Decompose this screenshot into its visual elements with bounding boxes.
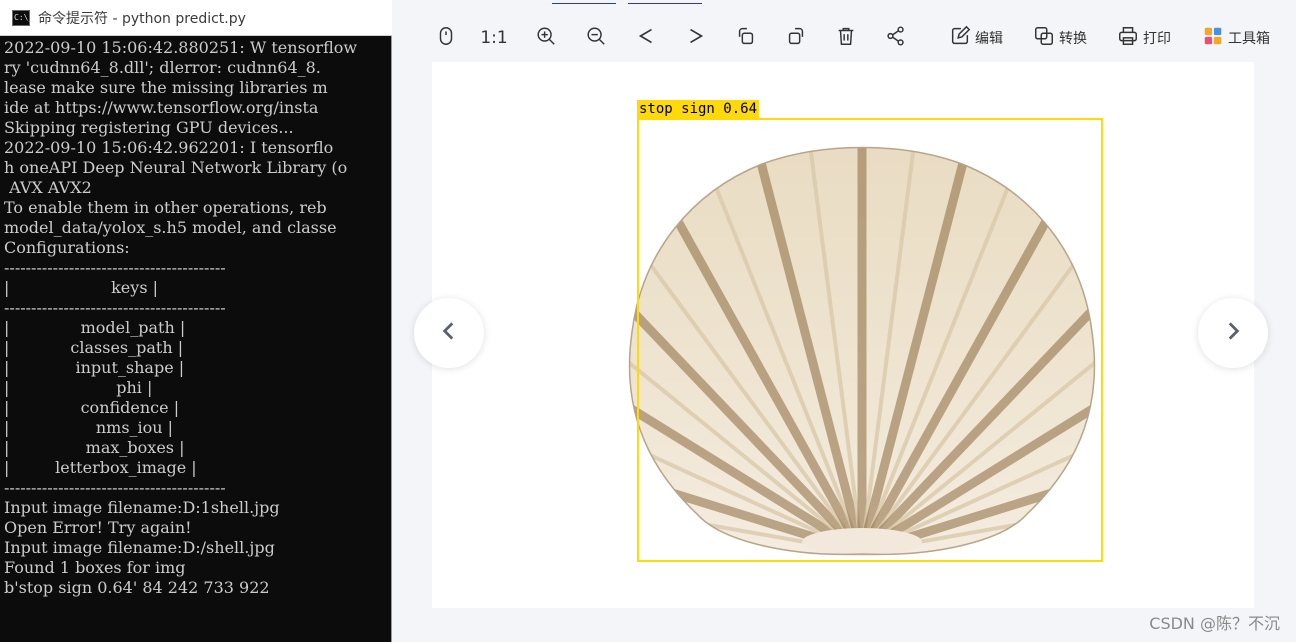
printer-icon bbox=[1117, 25, 1139, 51]
terminal-output[interactable]: 2022-09-10 15:06:42.880251: W tensorflow… bbox=[4, 38, 392, 642]
chevron-right-icon bbox=[685, 25, 707, 51]
chevron-right-icon bbox=[1220, 318, 1246, 348]
print-label: 打印 bbox=[1143, 31, 1171, 47]
terminal-line: AVX AVX2 bbox=[4, 178, 92, 197]
terminal-line: | input_shape | bbox=[4, 358, 185, 377]
terminal-line: Input image filename:D:1shell.jpg bbox=[4, 498, 280, 517]
detection-label: stop sign 0.64 bbox=[637, 100, 760, 118]
edit-icon bbox=[949, 25, 971, 51]
rotate-left-icon bbox=[735, 25, 757, 51]
viewer-toolbar: 1:1 编辑 转换 打印 工具箱 bbox=[392, 18, 1296, 58]
share-button[interactable] bbox=[882, 18, 910, 58]
chevron-left-icon bbox=[635, 25, 657, 51]
image-viewer: 1:1 编辑 转换 打印 工具箱 stop sign 0.64 CSDN @陈？… bbox=[392, 0, 1296, 642]
image-canvas: stop sign 0.64 bbox=[432, 62, 1254, 608]
detection-box bbox=[637, 118, 1103, 562]
terminal-line: lease make sure the missing libraries m bbox=[4, 78, 328, 97]
mouse-mode-button[interactable] bbox=[432, 18, 460, 58]
next-image-button[interactable] bbox=[682, 18, 710, 58]
terminal-line: Configurations: bbox=[4, 238, 130, 257]
terminal-line: Input image filename:D:/shell.jpg bbox=[4, 538, 275, 557]
terminal-line: 2022-09-10 15:06:42.962201: I tensorflo bbox=[4, 138, 334, 157]
actual-size-button[interactable]: 1:1 bbox=[480, 18, 508, 58]
zoom-in-icon bbox=[535, 25, 557, 51]
edit-label: 编辑 bbox=[975, 31, 1003, 47]
terminal-line: | keys | bbox=[4, 278, 158, 297]
terminal-line: ----------------------------------------… bbox=[4, 298, 226, 317]
terminal-line: | nms_iou | bbox=[4, 418, 174, 437]
print-button[interactable]: 打印 bbox=[1112, 18, 1176, 58]
terminal-line: ----------------------------------------… bbox=[4, 258, 226, 277]
terminal-line: h oneAPI Deep Neural Network Library (o bbox=[4, 158, 348, 177]
terminal-line: | confidence | bbox=[4, 398, 180, 417]
mouse-icon bbox=[435, 25, 457, 51]
edit-button[interactable]: 编辑 bbox=[944, 18, 1008, 58]
trash-icon bbox=[835, 25, 857, 51]
toolbox-label: 工具箱 bbox=[1228, 31, 1270, 47]
share-icon bbox=[885, 25, 907, 51]
delete-button[interactable] bbox=[832, 18, 860, 58]
terminal-line: b'stop sign 0.64' 84 242 733 922 bbox=[4, 578, 270, 597]
terminal-line: Open Error! Try again! bbox=[4, 518, 192, 537]
next-arrow-button[interactable] bbox=[1198, 298, 1268, 368]
terminal-line: ----------------------------------------… bbox=[4, 478, 226, 497]
terminal-line: To enable them in other operations, reb bbox=[4, 198, 327, 217]
terminal-line: | model_path | bbox=[4, 318, 186, 337]
terminal-line: 2022-09-10 15:06:42.880251: W tensorflow bbox=[4, 38, 358, 57]
convert-icon bbox=[1033, 25, 1055, 51]
prev-arrow-button[interactable] bbox=[414, 298, 484, 368]
terminal-line: Found 1 boxes for img bbox=[4, 558, 186, 577]
convert-button[interactable]: 转换 bbox=[1028, 18, 1092, 58]
previous-image-button[interactable] bbox=[632, 18, 660, 58]
terminal-line: Skipping registering GPU devices... bbox=[4, 118, 294, 137]
terminal-window: C:\_ 命令提示符 - python predict.py 2022-09-1… bbox=[0, 0, 392, 642]
toolbox-icon bbox=[1202, 25, 1224, 51]
terminal-title-bar[interactable]: C:\_ 命令提示符 - python predict.py bbox=[0, 0, 392, 36]
rotate-right-icon bbox=[785, 25, 807, 51]
rotate-right-button[interactable] bbox=[782, 18, 810, 58]
terminal-line: | letterbox_image | bbox=[4, 458, 197, 477]
cmd-icon: C:\_ bbox=[12, 9, 33, 26]
rotate-left-button[interactable] bbox=[732, 18, 760, 58]
terminal-line: ide at https://www.tensorflow.org/insta bbox=[4, 98, 319, 117]
toolbox-button[interactable]: 工具箱 bbox=[1196, 18, 1276, 58]
viewer-top-strip bbox=[392, 0, 1296, 6]
terminal-title: 命令提示符 - python predict.py bbox=[38, 10, 246, 27]
zoom-out-icon bbox=[585, 25, 607, 51]
terminal-line: | max_boxes | bbox=[4, 438, 185, 457]
terminal-line: | phi | bbox=[4, 378, 153, 397]
zoom-in-button[interactable] bbox=[532, 18, 560, 58]
convert-label: 转换 bbox=[1059, 31, 1087, 47]
zoom-out-button[interactable] bbox=[582, 18, 610, 58]
terminal-line: ry 'cudnn64_8.dll'; dlerror: cudnn64_8. bbox=[4, 58, 321, 77]
terminal-line: | classes_path | bbox=[4, 338, 184, 357]
terminal-line: model_data/yolox_s.h5 model, and classe bbox=[4, 218, 337, 237]
chevron-left-icon bbox=[436, 318, 462, 348]
actual-size-label: 1:1 bbox=[480, 28, 508, 48]
watermark: CSDN @陈？不沉 bbox=[1149, 614, 1280, 633]
